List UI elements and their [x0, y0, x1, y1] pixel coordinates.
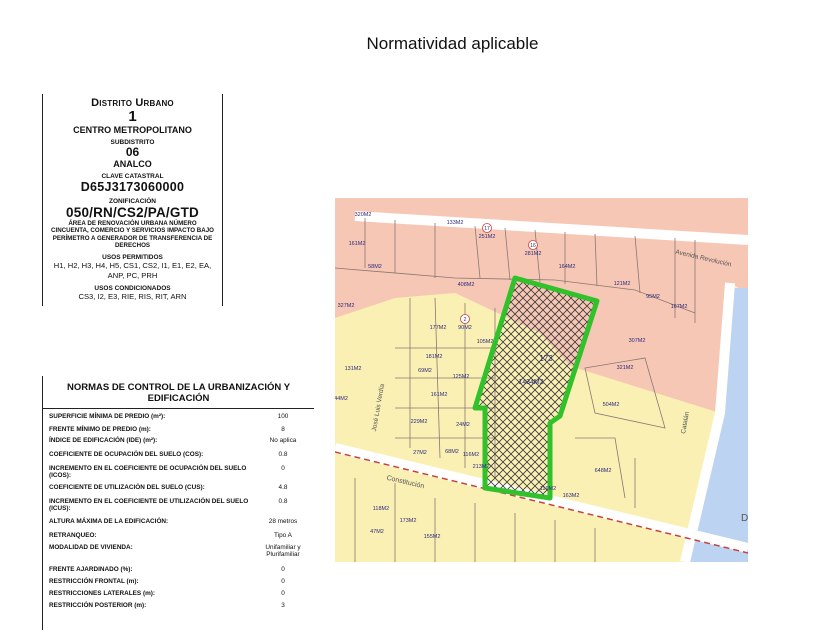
zoning-map: 173 1434M2 Avenida Revolución José Luis … [335, 198, 748, 562]
lot-number: 2 [464, 317, 467, 323]
lot-area: 320M2 [355, 212, 372, 218]
norm-label: INCREMENTO EN EL COEFICIENTE DE OCUPACIÓ… [49, 465, 247, 480]
clave-label: CLAVE CATASTRAL [101, 173, 164, 180]
lot-area: 177M2 [430, 325, 447, 331]
norm-value: 0.8 [278, 498, 288, 505]
norm-label: FRENTE MÍNIMO DE PREDIO (m): [49, 426, 151, 433]
district-number: 1 [128, 108, 137, 125]
lot-area: 163M2 [563, 493, 580, 499]
lot-area: 133M2 [447, 220, 464, 226]
norm-value: 0 [281, 578, 285, 585]
norm-label: MODALIDAD DE VIVIENDA: [49, 544, 133, 551]
lot-area: 321M2 [617, 365, 634, 371]
zonificacion-desc: ÁREA DE RENOVACIÓN URBANA NÚMERO CINCUEN… [51, 220, 214, 250]
clave-value: D65J3173060000 [80, 180, 185, 194]
lot-area: 24M2 [456, 422, 470, 428]
norm-value: Unifamiliar y Plurifamiliar [265, 544, 301, 559]
lot-area: 44M2 [335, 396, 348, 402]
lot-area: 307M2 [629, 338, 646, 344]
norm-label: RETRANQUEO: [49, 532, 97, 539]
subdistrito-name: ANALCO [113, 159, 152, 169]
norm-value: No aplica [269, 437, 297, 444]
norms-table: NORMAS DE CONTROL DE LA URBANIZACIÓN Y E… [42, 376, 314, 630]
norm-label: RESTRICCIÓN POSTERIOR (m): [49, 602, 147, 609]
lot-area: 161M2 [349, 241, 366, 247]
norm-label: FRENTE AJARDINADO (%): [49, 566, 133, 573]
lot-area: 118M2 [373, 506, 389, 512]
map-edge-label: D [741, 513, 748, 524]
norm-value: 8 [281, 426, 285, 433]
lot-area: 69M2 [418, 368, 432, 374]
lot-area: 327M2 [338, 303, 355, 309]
norm-label: INCREMENTO EN EL COEFICIENTE DE UTILIZAC… [49, 498, 249, 513]
lot-area: 251M2 [479, 234, 496, 240]
lot-area: 648M2 [595, 468, 612, 474]
lot-area: 68M2 [445, 449, 459, 455]
norm-value: 100 [277, 413, 289, 420]
norm-value: 28 metros [268, 518, 298, 525]
lot-area: 281M2 [525, 251, 542, 257]
subdistrito-number: 06 [125, 145, 140, 159]
district-card: Distrito Urbano 1 CENTRO METROPOLITANO S… [42, 94, 223, 306]
lot-area: 213M2 [473, 464, 490, 470]
page-title: Normatividad aplicable [366, 34, 539, 53]
norm-label: COEFICIENTE DE OCUPACIÓN DEL SUELO (COS)… [49, 451, 204, 458]
norm-label: ALTURA MÁXIMA DE LA EDIFICACIÓN: [49, 518, 169, 525]
norm-value: 3 [281, 602, 285, 609]
subject-lot-number: 173 [539, 354, 553, 363]
subject-lot-area: 1434M2 [518, 379, 543, 386]
norm-label: RESTRICCIONES LATERALES (m): [49, 590, 156, 597]
lot-area: 116M2 [463, 452, 479, 458]
norm-value: 0 [281, 465, 285, 472]
lot-area: 90M2 [458, 325, 472, 331]
norm-value: 4.8 [278, 484, 288, 491]
norm-value: Tipo A [274, 532, 292, 539]
norm-label: SUPERFICIE MÍNIMA DE PREDIO (m²): [49, 413, 166, 420]
norm-label: ÍNDICE DE EDIFICACIÓN (IDE) (m²): [49, 437, 158, 444]
lot-area: 95M2 [646, 294, 660, 300]
district-name: CENTRO METROPOLITANO [73, 125, 192, 135]
lot-area: 164M2 [559, 264, 576, 270]
lot-area: 121M2 [614, 281, 631, 287]
norm-value: 0 [281, 566, 285, 573]
norm-value: 0 [281, 590, 285, 597]
norms-title: NORMAS DE CONTROL DE LA URBANIZACIÓN Y E… [43, 376, 314, 409]
lot-area: 167M2 [671, 304, 688, 310]
lot-area: 105M2 [477, 339, 494, 345]
lot-area: 161M2 [431, 392, 448, 398]
lot-area: 504M2 [603, 402, 620, 408]
lot-area: 119M2 [540, 486, 556, 492]
lot-area: 47M2 [370, 529, 384, 535]
lot-area: 408M2 [458, 282, 475, 288]
lot-area: 131M2 [345, 366, 362, 372]
lot-area: 173M2 [400, 518, 417, 524]
lot-area: 58M2 [368, 264, 382, 270]
usos-condicionados: CS3, I2, E3, RIE, RIS, RIT, ARN [78, 291, 187, 301]
lot-number: 16 [530, 243, 536, 249]
lot-area: 125M2 [453, 374, 470, 380]
lot-area: 181M2 [426, 354, 443, 360]
norm-value: 0.8 [278, 451, 288, 458]
usos-permitidos: H1, H2, H3, H4, H5, CS1, CS2, I1, E1, E2… [53, 260, 212, 280]
usos-permitidos-label: USOS PERMITIDOS [102, 253, 163, 261]
lot-area: 27M2 [413, 450, 427, 456]
zonificacion-value: 050/RN/CS2/PA/GTD [66, 205, 199, 220]
lot-area: 155M2 [424, 534, 441, 540]
lot-area: 229M2 [411, 419, 428, 425]
zonificacion-label: ZONIFICACIÓN [109, 198, 156, 205]
norm-label: RESTRICCIÓN FRONTAL (m): [49, 578, 139, 585]
usos-condicionados-label: USOS CONDICIONADOS [94, 284, 171, 292]
norm-label: COEFICIENTE DE UTILIZACIÓN DEL SUELO (CU… [49, 484, 205, 491]
lot-number: 17 [484, 226, 490, 232]
